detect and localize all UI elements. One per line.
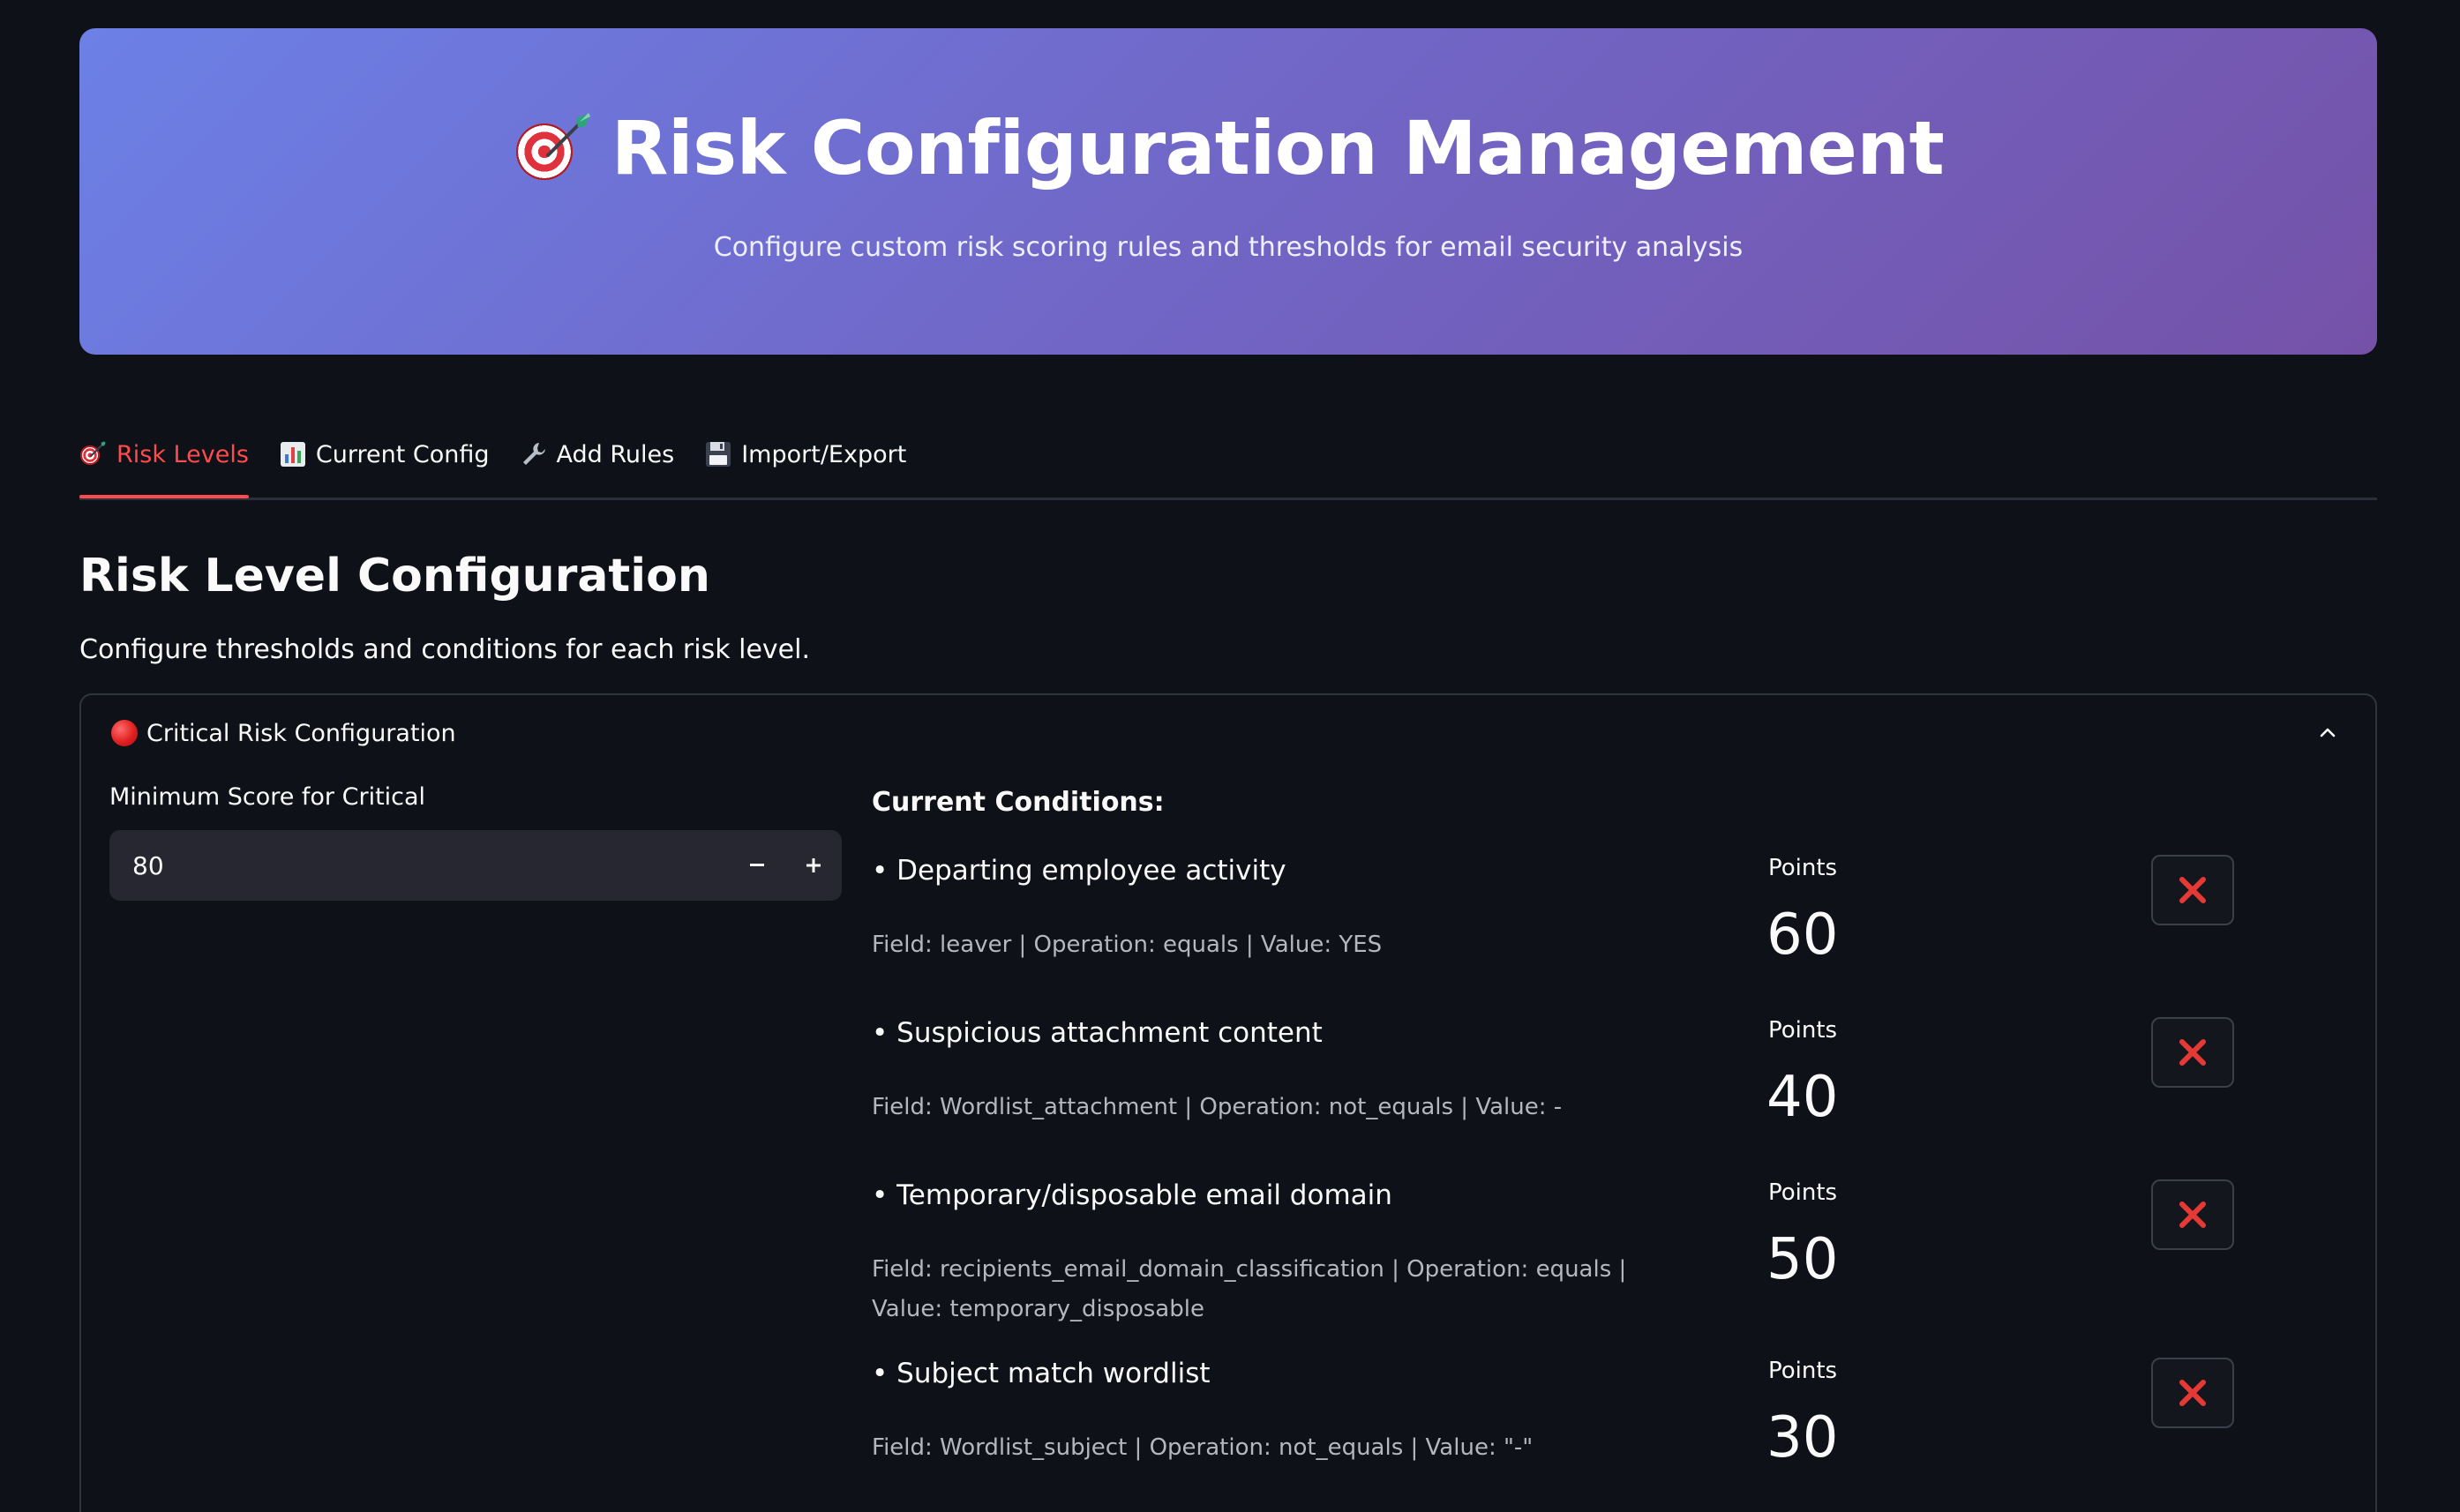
delete-condition-button[interactable]	[2151, 1358, 2234, 1428]
red-circle-icon	[111, 720, 138, 746]
tab-add-rules[interactable]: Add Rules	[520, 425, 675, 496]
expander-header[interactable]: Critical Risk Configuration	[81, 695, 2375, 771]
plus-icon	[806, 858, 821, 872]
min-score-label: Minimum Score for Critical	[109, 783, 426, 811]
tab-risk-levels[interactable]: Risk Levels	[79, 425, 249, 498]
points-value: 50	[1766, 1227, 1839, 1292]
section-description: Configure thresholds and conditions for …	[79, 634, 810, 665]
condition-name: • Departing employee activity	[872, 855, 1286, 887]
floppy-disk-icon	[704, 440, 732, 468]
wrench-icon	[520, 440, 548, 468]
tab-label: Add Rules	[556, 440, 675, 468]
points-value: 40	[1766, 1065, 1839, 1130]
delete-condition-button[interactable]	[2151, 855, 2234, 925]
condition-item: • Departing employee activity Field: lea…	[872, 855, 2301, 1017]
tab-label: Import/Export	[741, 440, 907, 468]
condition-item: • Subject match wordlist Field: Wordlist…	[872, 1358, 2301, 1512]
hero-banner: Risk Configuration Management Configure …	[79, 28, 2377, 355]
condition-item: • Temporary/disposable email domain Fiel…	[872, 1179, 2301, 1358]
critical-risk-expander: Critical Risk Configuration Minimum Scor…	[79, 693, 2377, 1512]
condition-item: • Suspicious attachment content Field: W…	[872, 1017, 2301, 1179]
close-icon	[2179, 877, 2206, 903]
delete-condition-button[interactable]	[2151, 1017, 2234, 1088]
chevron-up-icon[interactable]	[2315, 721, 2340, 745]
condition-name: • Subject match wordlist	[872, 1358, 1211, 1389]
condition-detail: Field: Wordlist_attachment | Operation: …	[872, 1094, 1563, 1120]
min-score-value[interactable]: 80	[132, 851, 729, 880]
condition-name: • Temporary/disposable email domain	[872, 1179, 1392, 1211]
app-main: Risk Configuration Management Configure …	[79, 28, 2377, 1512]
points-label: Points	[1768, 855, 1838, 881]
tab-label: Current Config	[315, 440, 490, 468]
conditions-title: Current Conditions:	[872, 787, 1165, 818]
conditions-panel: Current Conditions: • Departing employee…	[872, 783, 2301, 1512]
close-icon	[2179, 1039, 2206, 1066]
section-title: Risk Level Configuration	[79, 550, 710, 603]
points-value: 60	[1766, 902, 1839, 968]
bar-chart-icon	[279, 440, 307, 468]
points-value: 30	[1766, 1405, 1839, 1471]
close-icon	[2179, 1201, 2206, 1228]
condition-detail: Field: leaver | Operation: equals | Valu…	[872, 932, 1383, 958]
target-dart-icon	[79, 440, 108, 468]
tab-bar: Risk Levels Current Config Add Rules Imp…	[79, 425, 2377, 500]
points-label: Points	[1768, 1179, 1838, 1206]
points-label: Points	[1768, 1358, 1838, 1384]
min-score-group: Minimum Score for Critical 80	[109, 783, 842, 901]
min-score-input[interactable]: 80	[109, 830, 842, 901]
condition-detail: Field: Wordlist_subject | Operation: not…	[872, 1434, 1534, 1461]
tab-label: Risk Levels	[116, 440, 249, 468]
increment-button[interactable]	[785, 830, 842, 901]
close-icon	[2179, 1380, 2206, 1406]
page-subtitle: Configure custom risk scoring rules and …	[713, 231, 1744, 263]
page-title: Risk Configuration Management	[513, 105, 1945, 191]
target-dart-icon	[513, 109, 590, 187]
points-label: Points	[1768, 1017, 1838, 1044]
decrement-button[interactable]	[729, 830, 785, 901]
expander-label: Critical Risk Configuration	[146, 719, 456, 747]
tab-current-config[interactable]: Current Config	[279, 425, 490, 496]
tab-import-export[interactable]: Import/Export	[704, 425, 906, 496]
condition-detail: Field: recipients_email_domain_classific…	[872, 1256, 1627, 1322]
delete-condition-button[interactable]	[2151, 1179, 2234, 1250]
condition-name: • Suspicious attachment content	[872, 1017, 1323, 1049]
page-title-text: Risk Configuration Management	[611, 104, 1945, 191]
minus-icon	[750, 864, 764, 866]
